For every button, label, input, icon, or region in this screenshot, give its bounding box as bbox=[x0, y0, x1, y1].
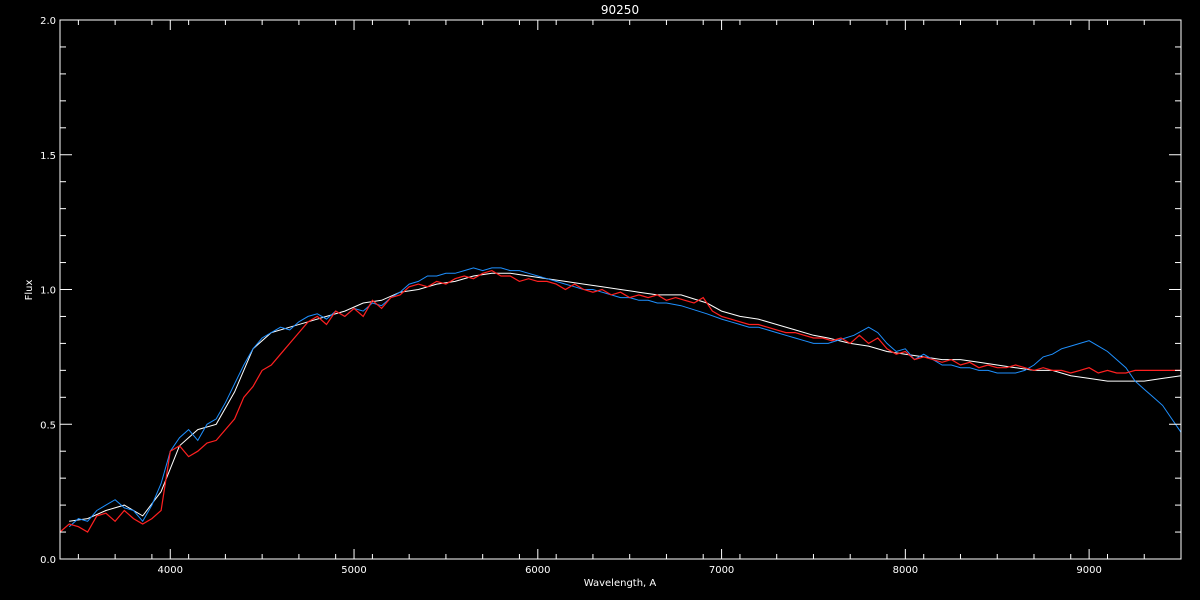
y-tick-label: 0.5 bbox=[40, 420, 56, 431]
x-tick-label: 6000 bbox=[525, 565, 550, 576]
y-tick-label: 1.0 bbox=[40, 286, 56, 297]
y-tick-label: 1.5 bbox=[40, 151, 56, 162]
spectrum-chart: 4000 5000 6000 7000 8000 90000.00.51.01.52.0 … bbox=[0, 0, 1200, 600]
x-tick-label: 8000 bbox=[893, 565, 918, 576]
chart-title: 90250 bbox=[601, 3, 639, 17]
y-axis-label: Flux bbox=[24, 280, 35, 301]
y-tick-label: 0.0 bbox=[40, 555, 56, 566]
x-tick-label: 4000 bbox=[158, 565, 183, 576]
x-tick-label: 7000 bbox=[709, 565, 734, 576]
x-tick-label: 5000 bbox=[341, 565, 366, 576]
x-axis-label: Wavelength, A bbox=[584, 578, 657, 589]
plot-background bbox=[0, 0, 1200, 600]
y-tick-label: 2.0 bbox=[40, 16, 56, 27]
x-tick-label: 9000 bbox=[1076, 565, 1101, 576]
